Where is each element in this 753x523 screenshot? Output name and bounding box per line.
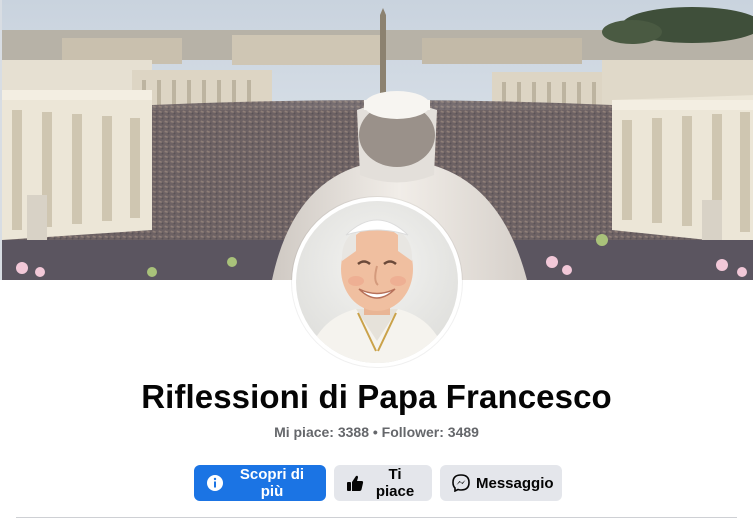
avatar-image <box>296 201 458 363</box>
info-icon <box>206 474 224 492</box>
like-label: Ti piace <box>375 466 415 500</box>
messenger-icon <box>452 474 470 492</box>
message-button[interactable]: Messaggio <box>440 465 562 501</box>
page-stats: Mi piace: 3388 • Follower: 3489 <box>274 424 479 440</box>
action-bar: Scopri di più Ti piace Messaggio <box>194 465 562 501</box>
section-divider <box>16 517 737 518</box>
learn-more-label: Scopri di più <box>239 466 305 500</box>
message-label: Messaggio <box>476 474 554 492</box>
like-button[interactable]: Ti piace <box>334 465 432 501</box>
page-title: Riflessioni di Papa Francesco <box>141 378 612 415</box>
learn-more-button[interactable]: Scopri di più <box>194 465 326 501</box>
thumbs-up-icon <box>346 474 364 492</box>
profile-avatar[interactable] <box>292 197 462 367</box>
